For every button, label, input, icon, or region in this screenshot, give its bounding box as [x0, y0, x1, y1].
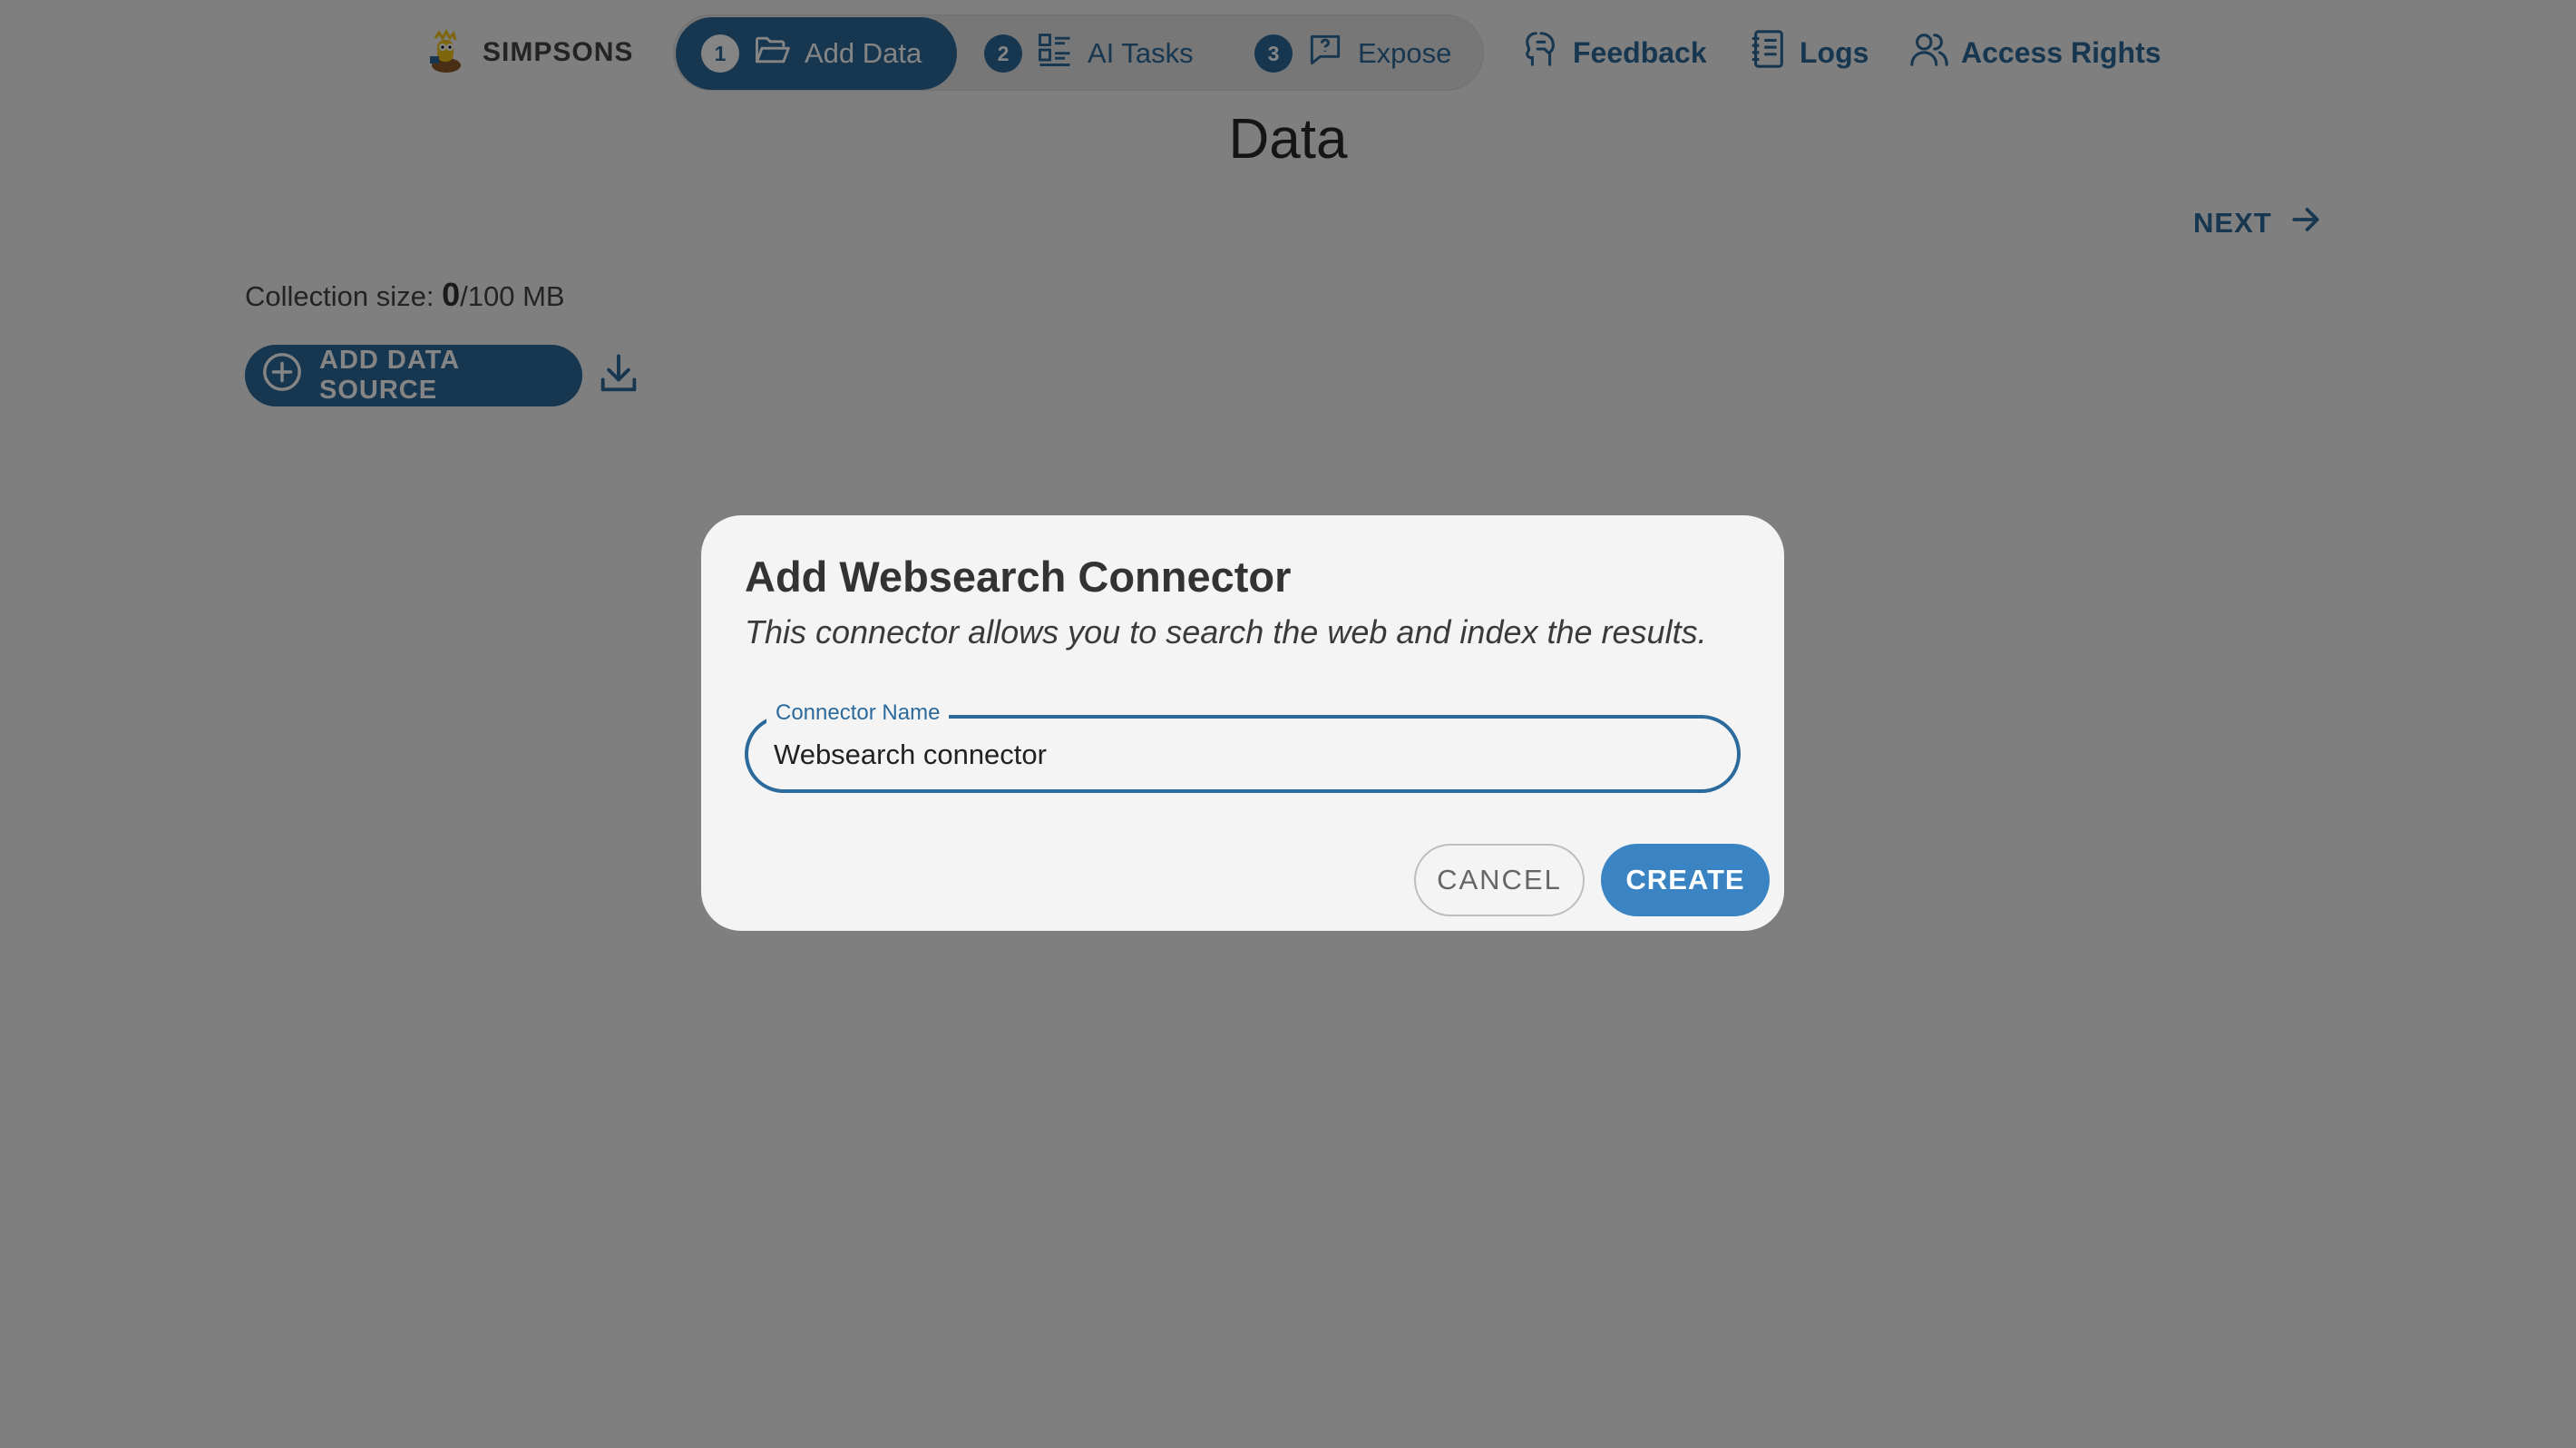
dialog-title: Add Websearch Connector [745, 553, 1292, 601]
create-button[interactable]: CREATE [1601, 844, 1770, 916]
connector-name-field[interactable]: Connector Name [745, 700, 1741, 793]
connector-name-label: Connector Name [766, 700, 950, 726]
dialog-description: This connector allows you to search the … [745, 613, 1707, 651]
app-page: SIMPSONS 1 Add Data 2 AI Tasks 3 Expose … [0, 0, 2576, 1448]
add-websearch-connector-dialog: Add Websearch Connector This connector a… [701, 515, 1784, 931]
connector-name-input[interactable] [774, 733, 1708, 777]
cancel-button[interactable]: CANCEL [1414, 844, 1585, 916]
